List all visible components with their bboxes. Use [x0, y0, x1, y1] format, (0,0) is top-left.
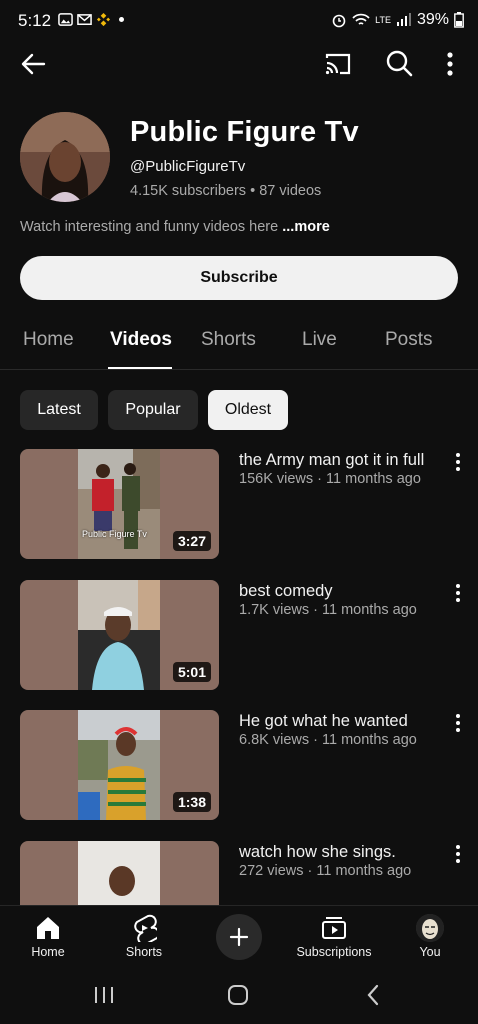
notification-icons — [58, 12, 124, 27]
cast-icon[interactable] — [322, 50, 354, 78]
subscriptions-icon — [320, 914, 348, 942]
channel-name: Public Figure Tv — [130, 116, 359, 148]
status-time: 5:12 — [18, 11, 52, 30]
thumbnail-watermark: Public Figure Tv — [82, 529, 147, 539]
recent-apps-icon[interactable] — [92, 983, 116, 1007]
video-item[interactable]: 5:01 best comedy 1.7K views · 11 months … — [0, 580, 478, 692]
video-title[interactable]: He got what he wanted — [239, 712, 408, 731]
plus-icon — [229, 927, 249, 947]
active-tab-indicator — [108, 367, 172, 369]
video-meta: 272 views · 11 months ago — [239, 863, 412, 879]
subscribe-button[interactable]: Subscribe — [20, 256, 458, 300]
nav-shorts[interactable]: Shorts — [96, 906, 192, 966]
battery-icon — [454, 12, 464, 28]
description-text: Watch interesting and funny videos here — [20, 219, 279, 235]
nav-home[interactable]: Home — [0, 906, 96, 966]
video-duration: 5:01 — [172, 662, 211, 682]
thumbnail-image — [78, 710, 160, 820]
video-item[interactable]: Public Figure Tv 3:27 the Army man got i… — [0, 449, 478, 561]
nav-subscriptions[interactable]: Subscriptions — [286, 906, 382, 966]
video-more-icon[interactable] — [450, 712, 466, 734]
status-right: LTE 39% — [331, 11, 464, 29]
subscriber-count: 4.15K subscribers — [130, 183, 247, 199]
video-more-icon[interactable] — [450, 451, 466, 473]
shorts-icon — [130, 914, 158, 942]
video-thumbnail[interactable]: 1:38 — [20, 710, 219, 820]
video-thumbnail[interactable]: Public Figure Tv 3:27 — [20, 449, 219, 559]
nav-you[interactable]: You — [382, 906, 478, 966]
nav-you-label: You — [419, 945, 441, 959]
video-thumbnail[interactable]: 5:01 — [20, 580, 219, 690]
top-app-bar — [0, 44, 478, 84]
system-navigation-bar — [0, 965, 478, 1024]
you-avatar-icon — [416, 914, 444, 942]
video-meta: 156K views · 11 months ago — [239, 471, 421, 487]
battery-level: 39% — [416, 11, 449, 28]
channel-avatar[interactable] — [20, 112, 110, 202]
home-system-icon[interactable] — [226, 983, 250, 1007]
tab-live[interactable]: Live — [302, 329, 337, 351]
video-duration: 3:27 — [172, 531, 211, 551]
chip-latest[interactable]: Latest — [20, 390, 98, 430]
tab-videos[interactable]: Videos — [110, 329, 172, 351]
back-system-icon[interactable] — [362, 983, 386, 1007]
description-more-link[interactable]: ...more — [282, 219, 330, 235]
video-duration: 1:38 — [172, 792, 211, 812]
nav-home-label: Home — [31, 945, 65, 959]
more-vert-icon[interactable] — [440, 50, 460, 78]
search-icon[interactable] — [384, 48, 414, 78]
chip-popular[interactable]: Popular — [108, 390, 198, 430]
channel-description[interactable]: Watch interesting and funny videos here … — [20, 219, 330, 235]
video-title[interactable]: best comedy — [239, 582, 333, 601]
thumbnail-image — [78, 580, 160, 690]
tab-home[interactable]: Home — [23, 329, 74, 351]
wifi-icon — [352, 13, 370, 25]
nav-subscriptions-label: Subscriptions — [296, 945, 372, 959]
video-title[interactable]: the Army man got it in full — [239, 451, 424, 470]
channel-stats: 4.15K subscribers • 87 videos — [130, 183, 321, 199]
status-bar: 5:12 LTE 39% — [0, 0, 478, 44]
video-meta: 6.8K views · 11 months ago — [239, 732, 417, 748]
chip-oldest[interactable]: Oldest — [208, 390, 288, 430]
thumbnail-image — [78, 449, 160, 559]
alarm-icon — [332, 14, 346, 28]
tab-shorts[interactable]: Shorts — [201, 329, 256, 351]
video-item[interactable]: 1:38 He got what he wanted 6.8K views · … — [0, 710, 478, 822]
video-count: 87 videos — [259, 183, 322, 199]
avatar-image — [20, 112, 110, 202]
gallery-icon — [58, 13, 73, 26]
bottom-navigation: Home Shorts Subscriptions You — [0, 905, 478, 965]
gmail-icon — [77, 14, 92, 25]
video-more-icon[interactable] — [450, 582, 466, 604]
home-icon — [34, 914, 62, 942]
back-arrow-icon[interactable] — [18, 50, 50, 78]
video-meta: 1.7K views · 11 months ago — [239, 602, 417, 618]
channel-tabs: Home Videos Shorts Live Posts — [0, 320, 478, 370]
nav-shorts-label: Shorts — [125, 945, 163, 959]
network-type: LTE — [375, 14, 391, 25]
video-title[interactable]: watch how she sings. — [239, 843, 396, 862]
notification-dot — [119, 17, 124, 22]
video-more-icon[interactable] — [450, 843, 466, 865]
create-button[interactable] — [216, 914, 262, 960]
tab-posts[interactable]: Posts — [385, 329, 433, 351]
binance-icon — [96, 12, 111, 27]
signal-icon — [396, 13, 411, 26]
channel-handle: @PublicFigureTv — [130, 158, 246, 175]
stats-separator: • — [250, 183, 256, 199]
